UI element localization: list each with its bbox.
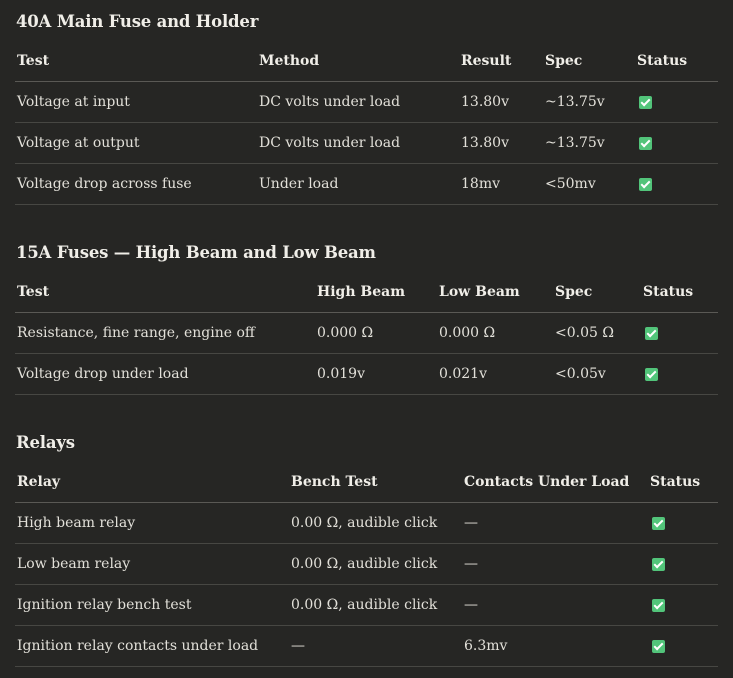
check-box-icon bbox=[652, 557, 665, 571]
bench-test-cell: 0.00 Ω, audible click bbox=[289, 502, 462, 544]
check-box-icon bbox=[639, 95, 652, 109]
status-cell bbox=[641, 353, 718, 395]
table-row: Voltage drop across fuse Under load 18mv… bbox=[15, 163, 718, 205]
bench-test-cell: — bbox=[289, 625, 462, 667]
status-cell bbox=[648, 625, 718, 667]
check-box-icon bbox=[645, 367, 658, 381]
bench-test-cell: 0.00 Ω, audible click bbox=[289, 543, 462, 585]
main-fuse-table: Test Method Result Spec Status Voltage a… bbox=[15, 41, 718, 205]
spec-cell: ~13.75v bbox=[543, 122, 635, 164]
table-row: Ignition relay contacts under load — 6.3… bbox=[15, 625, 718, 667]
table-header-row: Test Method Result Spec Status bbox=[15, 41, 718, 82]
column-header-status: Status bbox=[635, 41, 718, 82]
spec-cell: <0.05v bbox=[553, 353, 641, 395]
check-box-icon bbox=[645, 326, 658, 340]
column-header-bench-test: Bench Test bbox=[289, 462, 462, 503]
method-cell: Under load bbox=[257, 163, 459, 205]
check-box-icon bbox=[639, 177, 652, 191]
section-title-main-fuse: 40A Main Fuse and Holder bbox=[16, 12, 259, 31]
table-row: Voltage at input DC volts under load 13.… bbox=[15, 81, 718, 123]
high-beam-cell: 0.019v bbox=[315, 353, 437, 395]
column-header-low-beam: Low Beam bbox=[437, 272, 553, 313]
low-beam-cell: 0.021v bbox=[437, 353, 553, 395]
column-header-status: Status bbox=[648, 462, 718, 503]
relay-cell: High beam relay bbox=[15, 502, 289, 544]
relay-cell: Ignition relay contacts under load bbox=[15, 625, 289, 667]
test-cell: Voltage drop across fuse bbox=[15, 163, 257, 205]
check-box-icon bbox=[652, 516, 665, 530]
contacts-cell: — bbox=[462, 502, 648, 544]
test-cell: Resistance, fine range, engine off bbox=[15, 312, 315, 354]
contacts-cell: — bbox=[462, 584, 648, 626]
table-header-row: Test High Beam Low Beam Spec Status bbox=[15, 272, 718, 313]
status-cell bbox=[648, 584, 718, 626]
result-cell: 13.80v bbox=[459, 122, 543, 164]
column-header-method: Method bbox=[257, 41, 459, 82]
section-title-15a-fuses: 15A Fuses — High Beam and Low Beam bbox=[16, 243, 376, 262]
table-row: Ignition relay bench test 0.00 Ω, audibl… bbox=[15, 584, 718, 626]
column-header-result: Result bbox=[459, 41, 543, 82]
status-cell bbox=[635, 163, 718, 205]
column-header-status: Status bbox=[641, 272, 718, 313]
table-header-row: Relay Bench Test Contacts Under Load Sta… bbox=[15, 462, 718, 503]
low-beam-cell: 0.000 Ω bbox=[437, 312, 553, 354]
spec-cell: <50mv bbox=[543, 163, 635, 205]
result-cell: 18mv bbox=[459, 163, 543, 205]
column-header-test: Test bbox=[15, 41, 257, 82]
status-cell bbox=[641, 312, 718, 354]
test-cell: Voltage at input bbox=[15, 81, 257, 123]
check-box-icon bbox=[652, 598, 665, 612]
contacts-cell: — bbox=[462, 543, 648, 585]
status-cell bbox=[648, 543, 718, 585]
table-row: High beam relay 0.00 Ω, audible click — bbox=[15, 502, 718, 544]
table-row: Resistance, fine range, engine off 0.000… bbox=[15, 312, 718, 354]
spec-cell: ~13.75v bbox=[543, 81, 635, 123]
method-cell: DC volts under load bbox=[257, 81, 459, 123]
bench-test-cell: 0.00 Ω, audible click bbox=[289, 584, 462, 626]
relays-table: Relay Bench Test Contacts Under Load Sta… bbox=[15, 462, 718, 667]
check-box-icon bbox=[652, 639, 665, 653]
status-cell bbox=[635, 81, 718, 123]
status-cell bbox=[648, 502, 718, 544]
check-box-icon bbox=[639, 136, 652, 150]
spec-cell: <0.05 Ω bbox=[553, 312, 641, 354]
method-cell: DC volts under load bbox=[257, 122, 459, 164]
column-header-contacts-under-load: Contacts Under Load bbox=[462, 462, 648, 503]
column-header-spec: Spec bbox=[543, 41, 635, 82]
column-header-relay: Relay bbox=[15, 462, 289, 503]
relay-cell: Ignition relay bench test bbox=[15, 584, 289, 626]
test-cell: Voltage drop under load bbox=[15, 353, 315, 395]
test-cell: Voltage at output bbox=[15, 122, 257, 164]
column-header-spec: Spec bbox=[553, 272, 641, 313]
contacts-cell: 6.3mv bbox=[462, 625, 648, 667]
status-cell bbox=[635, 122, 718, 164]
table-row: Low beam relay 0.00 Ω, audible click — bbox=[15, 543, 718, 585]
result-cell: 13.80v bbox=[459, 81, 543, 123]
column-header-high-beam: High Beam bbox=[315, 272, 437, 313]
fuses-15a-table: Test High Beam Low Beam Spec Status Resi… bbox=[15, 272, 718, 395]
relay-cell: Low beam relay bbox=[15, 543, 289, 585]
table-row: Voltage drop under load 0.019v 0.021v <0… bbox=[15, 353, 718, 395]
high-beam-cell: 0.000 Ω bbox=[315, 312, 437, 354]
table-row: Voltage at output DC volts under load 13… bbox=[15, 122, 718, 164]
section-title-relays: Relays bbox=[16, 433, 75, 452]
column-header-test: Test bbox=[15, 272, 315, 313]
